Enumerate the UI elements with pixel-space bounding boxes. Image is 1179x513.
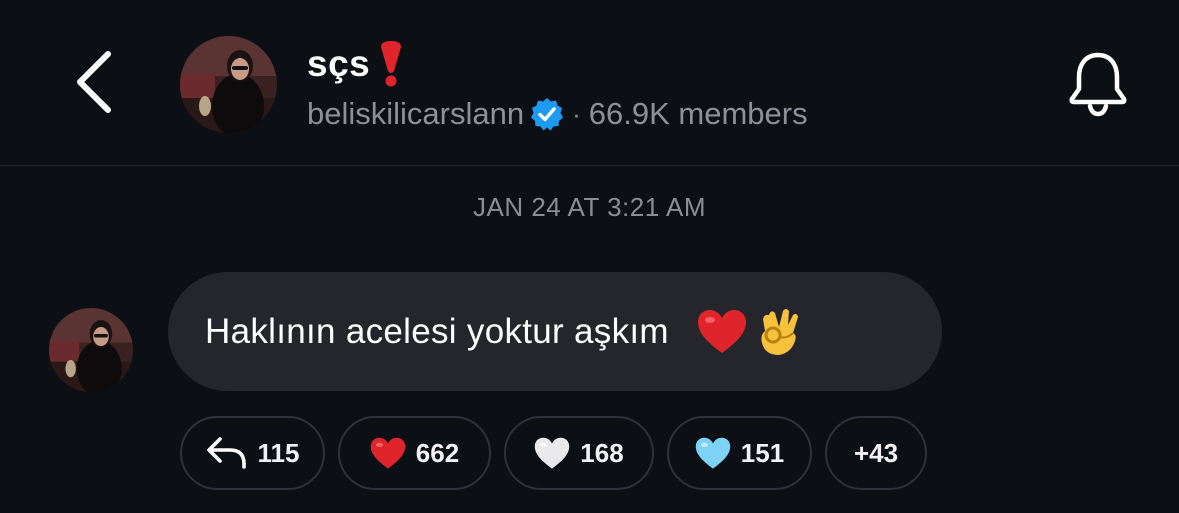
reaction-bar: 115 662 168 151 +43 xyxy=(180,416,927,490)
channel-username: beliskilicarslann xyxy=(307,96,525,131)
reply-count: 115 xyxy=(257,437,300,468)
red-heart-icon xyxy=(370,437,406,470)
light-blue-heart-count: 151 xyxy=(740,437,785,468)
white-heart-icon xyxy=(534,437,570,470)
red-heart-icon xyxy=(697,309,747,355)
bell-icon xyxy=(1069,52,1127,117)
white-heart-reaction-chip[interactable]: 168 xyxy=(504,416,654,490)
verified-badge-icon xyxy=(530,97,564,131)
reply-icon xyxy=(206,436,248,470)
channel-avatar[interactable] xyxy=(180,36,277,133)
message-timestamp: JAN 24 AT 3:21 AM xyxy=(473,192,706,222)
more-reactions-count: +43 xyxy=(853,437,899,468)
red-heart-reaction-chip[interactable]: 662 xyxy=(338,416,491,490)
more-reactions-chip[interactable]: +43 xyxy=(825,416,927,490)
message-bubble[interactable]: Haklının acelesi yoktur aşkım xyxy=(168,272,942,391)
ok-hand-icon xyxy=(757,307,801,357)
channel-header: sçs beliskilicarslann · 66.9K members xyxy=(0,0,1179,166)
light-blue-heart-reaction-chip[interactable]: 151 xyxy=(667,416,812,490)
message-text: Haklının acelesi yoktur aşkım xyxy=(205,311,669,351)
light-blue-heart-icon xyxy=(695,437,731,470)
notifications-button[interactable] xyxy=(1062,46,1134,122)
white-heart-count: 168 xyxy=(580,437,624,468)
back-button[interactable] xyxy=(62,46,126,118)
sender-avatar[interactable] xyxy=(49,308,133,392)
channel-title-row: sçs xyxy=(307,38,404,90)
reply-reaction-chip[interactable]: 115 xyxy=(180,416,325,490)
channel-subtitle: beliskilicarslann · 66.9K members xyxy=(307,92,808,136)
chevron-left-icon xyxy=(77,51,111,113)
channel-title: sçs xyxy=(307,43,371,84)
members-count: 66.9K members xyxy=(588,96,808,131)
red-heart-count: 662 xyxy=(415,437,460,468)
exclamation-emoji-icon xyxy=(378,41,404,87)
separator-dot: · xyxy=(572,98,581,129)
